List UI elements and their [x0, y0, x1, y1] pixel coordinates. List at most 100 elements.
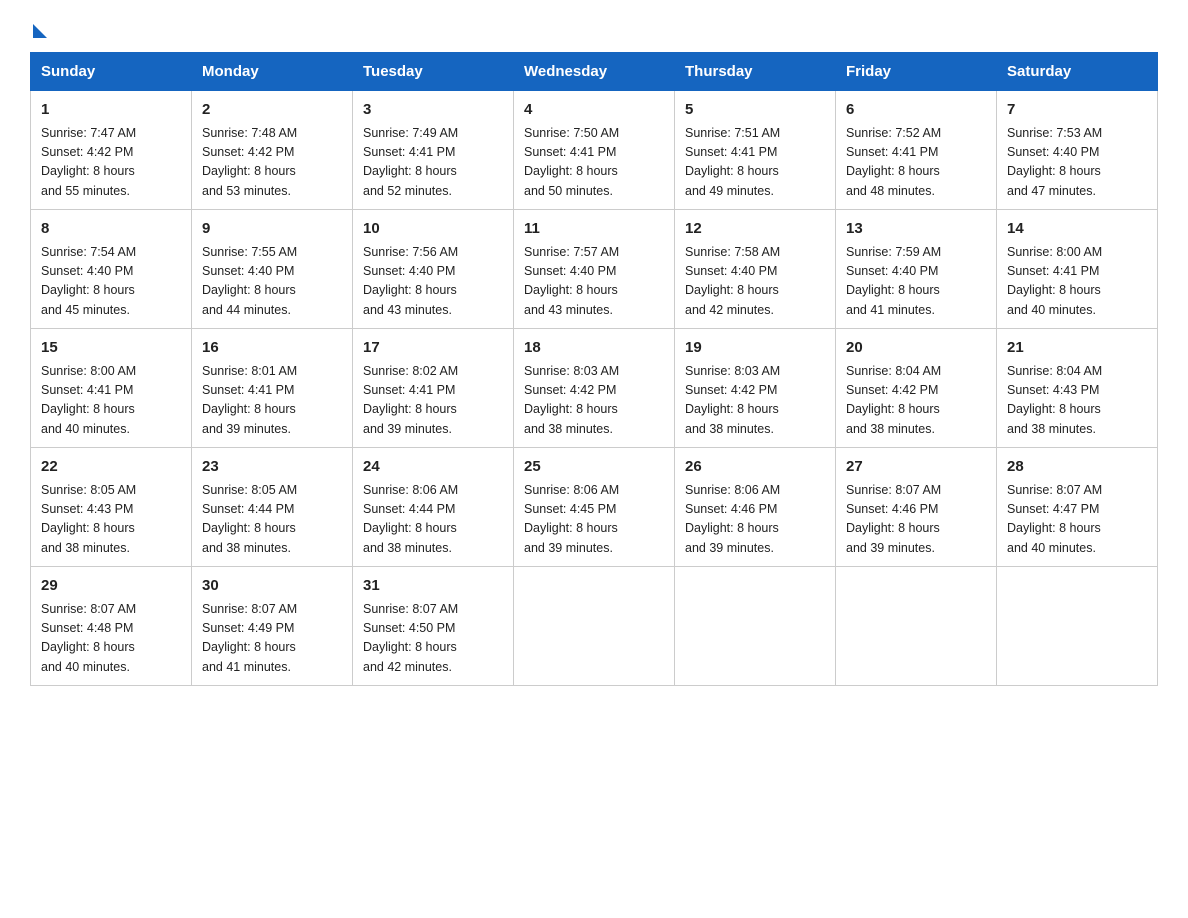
day-info: Sunrise: 8:02 AMSunset: 4:41 PMDaylight:… [363, 362, 503, 440]
calendar-cell: 30Sunrise: 8:07 AMSunset: 4:49 PMDayligh… [192, 567, 353, 686]
calendar-cell: 15Sunrise: 8:00 AMSunset: 4:41 PMDayligh… [31, 329, 192, 448]
day-number: 29 [41, 575, 181, 598]
day-number: 6 [846, 99, 986, 122]
logo [30, 20, 47, 34]
day-number: 10 [363, 218, 503, 241]
logo-arrow-icon [33, 24, 47, 38]
day-info: Sunrise: 7:54 AMSunset: 4:40 PMDaylight:… [41, 243, 181, 321]
week-row-1: 1Sunrise: 7:47 AMSunset: 4:42 PMDaylight… [31, 91, 1158, 210]
day-number: 5 [685, 99, 825, 122]
calendar-cell: 27Sunrise: 8:07 AMSunset: 4:46 PMDayligh… [836, 448, 997, 567]
day-info: Sunrise: 7:49 AMSunset: 4:41 PMDaylight:… [363, 124, 503, 202]
day-info: Sunrise: 7:47 AMSunset: 4:42 PMDaylight:… [41, 124, 181, 202]
header-day-saturday: Saturday [997, 53, 1158, 91]
day-number: 30 [202, 575, 342, 598]
day-number: 26 [685, 456, 825, 479]
calendar-cell: 3Sunrise: 7:49 AMSunset: 4:41 PMDaylight… [353, 91, 514, 210]
day-number: 17 [363, 337, 503, 360]
day-number: 11 [524, 218, 664, 241]
day-number: 28 [1007, 456, 1147, 479]
day-info: Sunrise: 8:03 AMSunset: 4:42 PMDaylight:… [685, 362, 825, 440]
week-row-4: 22Sunrise: 8:05 AMSunset: 4:43 PMDayligh… [31, 448, 1158, 567]
day-number: 9 [202, 218, 342, 241]
day-info: Sunrise: 8:07 AMSunset: 4:49 PMDaylight:… [202, 600, 342, 678]
calendar-cell: 11Sunrise: 7:57 AMSunset: 4:40 PMDayligh… [514, 210, 675, 329]
calendar-cell: 16Sunrise: 8:01 AMSunset: 4:41 PMDayligh… [192, 329, 353, 448]
day-number: 14 [1007, 218, 1147, 241]
calendar-cell [675, 567, 836, 686]
day-info: Sunrise: 8:00 AMSunset: 4:41 PMDaylight:… [1007, 243, 1147, 321]
calendar-cell: 13Sunrise: 7:59 AMSunset: 4:40 PMDayligh… [836, 210, 997, 329]
calendar-cell: 9Sunrise: 7:55 AMSunset: 4:40 PMDaylight… [192, 210, 353, 329]
day-info: Sunrise: 7:53 AMSunset: 4:40 PMDaylight:… [1007, 124, 1147, 202]
day-info: Sunrise: 8:05 AMSunset: 4:44 PMDaylight:… [202, 481, 342, 559]
day-number: 20 [846, 337, 986, 360]
day-number: 1 [41, 99, 181, 122]
day-info: Sunrise: 8:06 AMSunset: 4:45 PMDaylight:… [524, 481, 664, 559]
calendar-cell: 26Sunrise: 8:06 AMSunset: 4:46 PMDayligh… [675, 448, 836, 567]
day-number: 27 [846, 456, 986, 479]
day-info: Sunrise: 7:55 AMSunset: 4:40 PMDaylight:… [202, 243, 342, 321]
calendar-cell [836, 567, 997, 686]
day-info: Sunrise: 8:07 AMSunset: 4:47 PMDaylight:… [1007, 481, 1147, 559]
calendar-cell: 22Sunrise: 8:05 AMSunset: 4:43 PMDayligh… [31, 448, 192, 567]
day-number: 4 [524, 99, 664, 122]
calendar-cell: 19Sunrise: 8:03 AMSunset: 4:42 PMDayligh… [675, 329, 836, 448]
week-row-3: 15Sunrise: 8:00 AMSunset: 4:41 PMDayligh… [31, 329, 1158, 448]
day-info: Sunrise: 7:56 AMSunset: 4:40 PMDaylight:… [363, 243, 503, 321]
day-number: 18 [524, 337, 664, 360]
day-number: 19 [685, 337, 825, 360]
calendar-cell: 25Sunrise: 8:06 AMSunset: 4:45 PMDayligh… [514, 448, 675, 567]
day-number: 23 [202, 456, 342, 479]
day-info: Sunrise: 8:04 AMSunset: 4:43 PMDaylight:… [1007, 362, 1147, 440]
day-info: Sunrise: 7:48 AMSunset: 4:42 PMDaylight:… [202, 124, 342, 202]
header-row: SundayMondayTuesdayWednesdayThursdayFrid… [31, 53, 1158, 91]
calendar-cell: 17Sunrise: 8:02 AMSunset: 4:41 PMDayligh… [353, 329, 514, 448]
calendar-cell: 29Sunrise: 8:07 AMSunset: 4:48 PMDayligh… [31, 567, 192, 686]
calendar-cell: 6Sunrise: 7:52 AMSunset: 4:41 PMDaylight… [836, 91, 997, 210]
header-day-wednesday: Wednesday [514, 53, 675, 91]
day-info: Sunrise: 8:07 AMSunset: 4:46 PMDaylight:… [846, 481, 986, 559]
day-number: 25 [524, 456, 664, 479]
calendar-cell: 28Sunrise: 8:07 AMSunset: 4:47 PMDayligh… [997, 448, 1158, 567]
day-info: Sunrise: 7:51 AMSunset: 4:41 PMDaylight:… [685, 124, 825, 202]
calendar-cell: 23Sunrise: 8:05 AMSunset: 4:44 PMDayligh… [192, 448, 353, 567]
day-number: 3 [363, 99, 503, 122]
calendar-cell: 1Sunrise: 7:47 AMSunset: 4:42 PMDaylight… [31, 91, 192, 210]
calendar-cell [514, 567, 675, 686]
calendar-cell: 21Sunrise: 8:04 AMSunset: 4:43 PMDayligh… [997, 329, 1158, 448]
calendar-cell: 2Sunrise: 7:48 AMSunset: 4:42 PMDaylight… [192, 91, 353, 210]
calendar-cell: 31Sunrise: 8:07 AMSunset: 4:50 PMDayligh… [353, 567, 514, 686]
day-info: Sunrise: 8:00 AMSunset: 4:41 PMDaylight:… [41, 362, 181, 440]
header-day-monday: Monday [192, 53, 353, 91]
day-info: Sunrise: 7:59 AMSunset: 4:40 PMDaylight:… [846, 243, 986, 321]
header-day-tuesday: Tuesday [353, 53, 514, 91]
calendar-cell: 8Sunrise: 7:54 AMSunset: 4:40 PMDaylight… [31, 210, 192, 329]
calendar-cell: 10Sunrise: 7:56 AMSunset: 4:40 PMDayligh… [353, 210, 514, 329]
day-number: 7 [1007, 99, 1147, 122]
day-info: Sunrise: 8:04 AMSunset: 4:42 PMDaylight:… [846, 362, 986, 440]
day-info: Sunrise: 8:05 AMSunset: 4:43 PMDaylight:… [41, 481, 181, 559]
calendar-cell: 5Sunrise: 7:51 AMSunset: 4:41 PMDaylight… [675, 91, 836, 210]
day-number: 21 [1007, 337, 1147, 360]
calendar-cell: 18Sunrise: 8:03 AMSunset: 4:42 PMDayligh… [514, 329, 675, 448]
day-number: 22 [41, 456, 181, 479]
calendar-table: SundayMondayTuesdayWednesdayThursdayFrid… [30, 52, 1158, 686]
calendar-cell [997, 567, 1158, 686]
header-day-thursday: Thursday [675, 53, 836, 91]
day-number: 15 [41, 337, 181, 360]
calendar-cell: 24Sunrise: 8:06 AMSunset: 4:44 PMDayligh… [353, 448, 514, 567]
calendar-cell: 4Sunrise: 7:50 AMSunset: 4:41 PMDaylight… [514, 91, 675, 210]
calendar-cell: 14Sunrise: 8:00 AMSunset: 4:41 PMDayligh… [997, 210, 1158, 329]
day-number: 8 [41, 218, 181, 241]
page-header [30, 20, 1158, 34]
day-info: Sunrise: 8:07 AMSunset: 4:50 PMDaylight:… [363, 600, 503, 678]
day-info: Sunrise: 8:06 AMSunset: 4:44 PMDaylight:… [363, 481, 503, 559]
day-number: 2 [202, 99, 342, 122]
calendar-cell: 7Sunrise: 7:53 AMSunset: 4:40 PMDaylight… [997, 91, 1158, 210]
day-info: Sunrise: 8:07 AMSunset: 4:48 PMDaylight:… [41, 600, 181, 678]
calendar-cell: 20Sunrise: 8:04 AMSunset: 4:42 PMDayligh… [836, 329, 997, 448]
day-number: 13 [846, 218, 986, 241]
header-day-friday: Friday [836, 53, 997, 91]
day-number: 16 [202, 337, 342, 360]
